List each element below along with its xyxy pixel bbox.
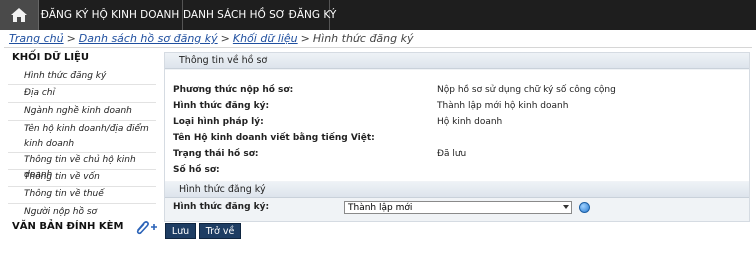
nav-dang-ky-ho-kinh-doanh[interactable]: ĐĂNG KÝ HỘ KINH DOANH [38, 0, 183, 30]
main-panel: Thông tin về hồ sơ Phương thức nộp hồ sơ… [164, 52, 750, 222]
sidebar-divider [8, 84, 156, 85]
sidebar-divider [8, 102, 156, 103]
label-hinh-thuc-dang-ky: Hình thức đăng ký: [173, 202, 270, 212]
label-ten-ho-kinh-doanh: Tên Hộ kinh doanh viết bằng tiếng Việt: [173, 133, 375, 143]
home-icon [11, 8, 27, 22]
sidebar-item-dia-chi[interactable]: Địa chỉ [24, 86, 154, 101]
paperclip-plus-icon[interactable] [134, 219, 158, 235]
section-header-hinh-thuc: Hình thức đăng ký [165, 182, 749, 198]
sidebar-item-nguoi-nop[interactable]: Người nộp hồ sơ [24, 205, 154, 220]
info-icon[interactable] [579, 202, 590, 213]
value-phuong-thuc: Nộp hồ sơ sử dụng chữ ký số công cộng [437, 85, 616, 95]
label-hinh-thuc: Hình thức đăng ký: [173, 101, 270, 111]
label-loai-hinh: Loại hình pháp lý: [173, 117, 264, 127]
label-so-ho-so: Số hồ sơ: [173, 165, 220, 175]
sidebar-item-thue[interactable]: Thông tin về thuế [24, 187, 154, 202]
breadcrumb-khoi-du-lieu[interactable]: Khối dữ liệu [233, 32, 298, 45]
chevron-down-icon [563, 205, 569, 209]
label-phuong-thuc: Phương thức nộp hồ sơ: [173, 85, 294, 95]
sidebar-divider [8, 203, 156, 204]
breadcrumb-home[interactable]: Trang chủ [9, 32, 64, 45]
attachments-title: VĂN BẢN ĐÍNH KÈM [12, 221, 124, 232]
sidebar-item-von[interactable]: Thông tin về vốn [24, 170, 154, 185]
label-trang-thai: Trạng thái hồ sơ: [173, 149, 259, 159]
select-value: Thành lập mới [348, 203, 413, 213]
hinh-thuc-dang-ky-select[interactable]: Thành lập mới [344, 201, 572, 214]
sidebar-title: KHỐI DỮ LIỆU [12, 52, 90, 63]
breadcrumb-separator: > [220, 32, 230, 45]
home-button[interactable] [0, 0, 39, 30]
sidebar-item-ten-ho-kinh-doanh[interactable]: Tên hộ kinh doanh/địa điểm kinh doanh [24, 122, 154, 152]
breadcrumb-separator: > [66, 32, 76, 45]
save-button[interactable]: Lưu [165, 223, 196, 239]
breadcrumb: Trang chủ > Danh sách hồ sơ đăng ký > Khối d… [9, 32, 414, 45]
breadcrumb-divider [4, 47, 752, 48]
breadcrumb-current: Hình thức đăng ký [312, 32, 414, 45]
breadcrumb-danh-sach[interactable]: Danh sách hồ sơ đăng ký [79, 32, 218, 45]
section-header-thong-tin: Thông tin về hồ sơ [165, 53, 749, 69]
info-form: Phương thức nộp hồ sơ: Nộp hồ sơ sử dụng… [165, 70, 749, 181]
value-loai-hinh: Hộ kinh doanh [437, 117, 503, 127]
value-hinh-thuc: Thành lập mới hộ kinh doanh [437, 101, 569, 111]
sidebar-divider [8, 120, 156, 121]
sidebar-item-hinh-thuc-dang-ky[interactable]: Hình thức đăng ký [24, 69, 154, 84]
top-nav: ĐĂNG KÝ HỘ KINH DOANH DANH SÁCH HỒ SƠ ĐĂ… [0, 0, 756, 30]
value-trang-thai: Đã lưu [437, 149, 467, 159]
back-button[interactable]: Trở về [199, 223, 241, 239]
sidebar-item-nganh-nghe[interactable]: Ngành nghề kinh doanh [24, 104, 154, 119]
breadcrumb-separator: > [300, 32, 310, 45]
nav-danh-sach-ho-so[interactable]: DANH SÁCH HỒ SƠ ĐĂNG KÝ [183, 0, 336, 30]
